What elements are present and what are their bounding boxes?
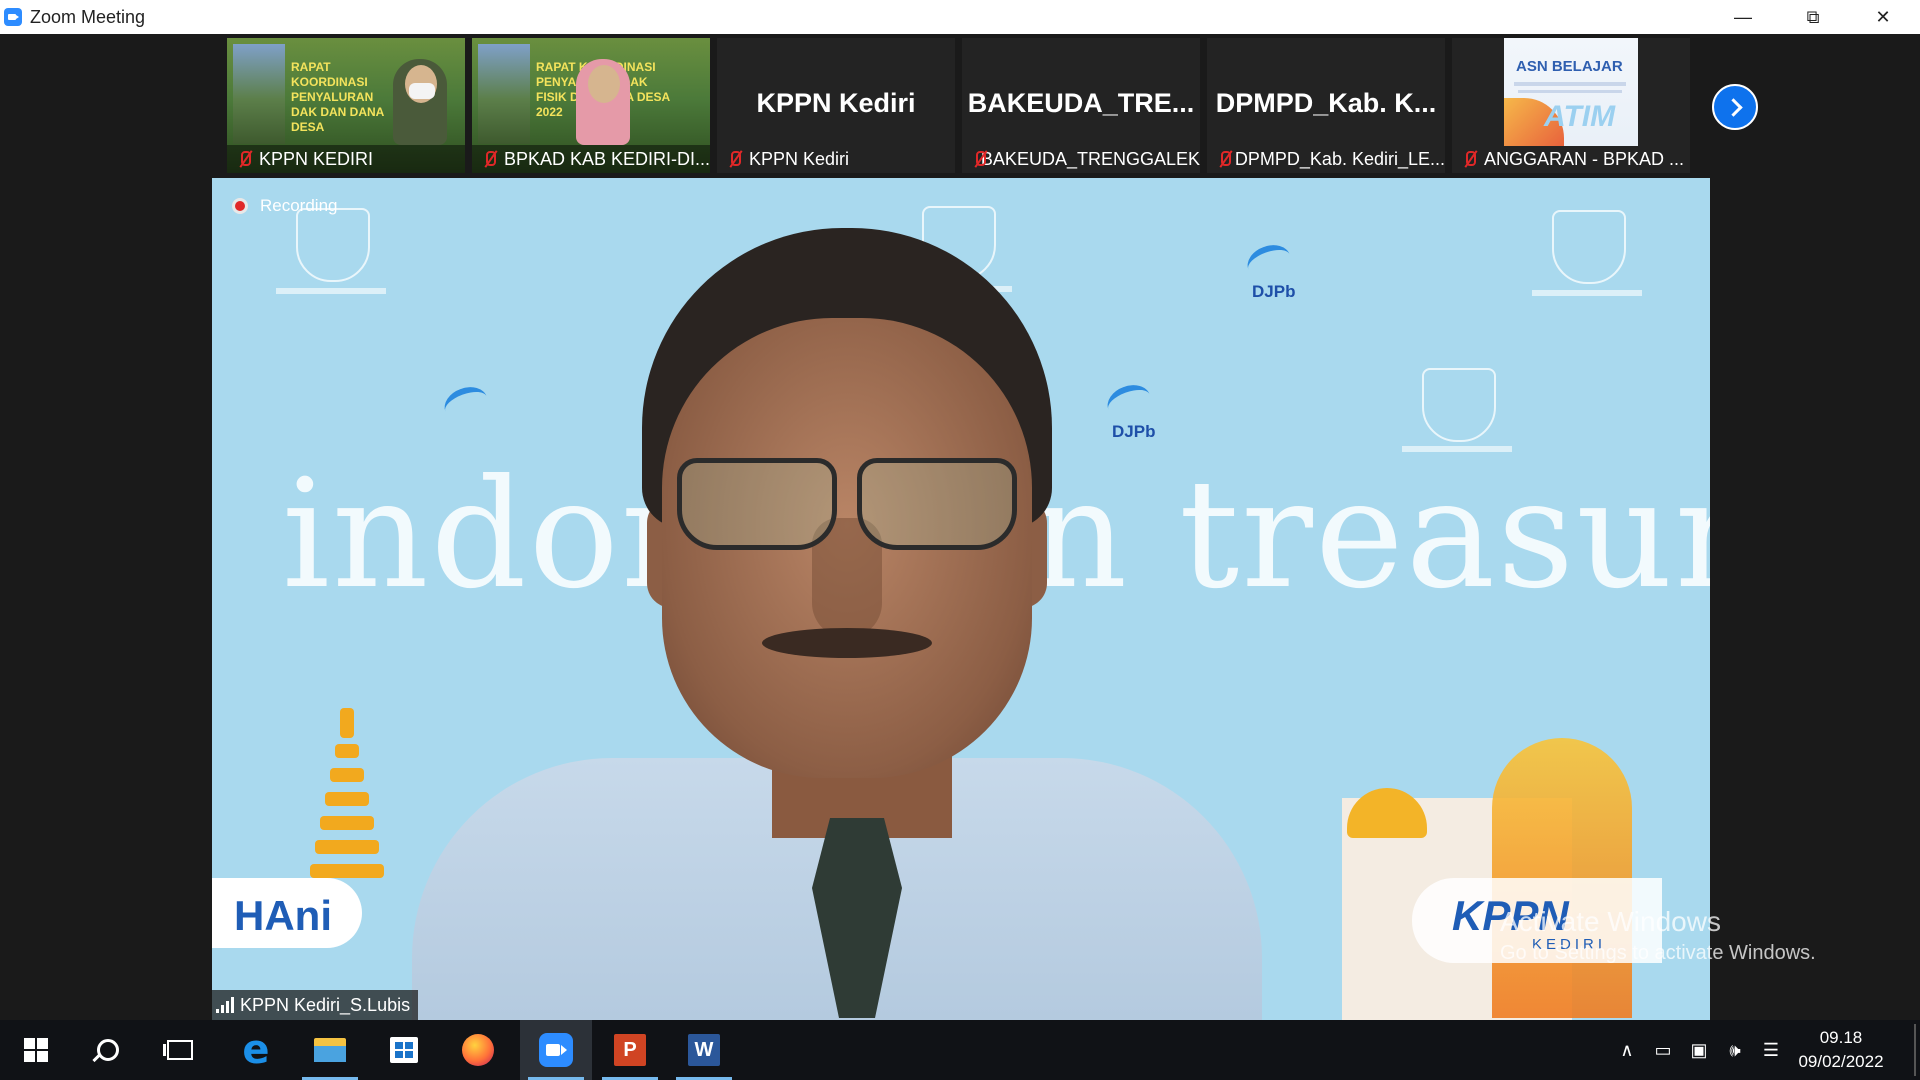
participant-big-name: KPPN Kediri bbox=[756, 88, 916, 118]
zoom-icon bbox=[539, 1033, 573, 1067]
participant-name: ANGGARAN - BPKAD ... bbox=[1484, 148, 1685, 169]
participant-label: BAKEUDA_TRENGGALEK bbox=[962, 145, 1200, 173]
recording-label: Recording bbox=[260, 196, 338, 215]
participant-profile-image: ASN BELAJAR ATIM bbox=[1504, 38, 1638, 146]
ministry-emblem bbox=[1422, 368, 1496, 442]
zoom-app-icon bbox=[4, 8, 22, 26]
close-icon: ✕ bbox=[1875, 6, 1891, 27]
edge-button[interactable]: e bbox=[220, 1020, 292, 1080]
show-hidden-icons-button[interactable]: ∧ bbox=[1612, 1020, 1642, 1080]
muted-mic-icon bbox=[480, 149, 500, 169]
battery-icon: ▭ bbox=[1654, 1039, 1672, 1060]
search-icon bbox=[97, 1039, 119, 1061]
window-title: Zoom Meeting bbox=[30, 7, 146, 27]
slide-photo bbox=[233, 44, 285, 144]
edge-icon: e bbox=[242, 1027, 270, 1073]
file-explorer-button[interactable] bbox=[294, 1020, 366, 1080]
search-button[interactable] bbox=[72, 1020, 144, 1080]
store-button[interactable] bbox=[368, 1020, 440, 1080]
next-participants-button[interactable] bbox=[1712, 84, 1758, 130]
image-title: ASN BELAJAR bbox=[1516, 58, 1623, 75]
participant-tile[interactable]: ASN BELAJAR ATIM ANGGARAN - BPKAD ... bbox=[1452, 38, 1690, 173]
image-subtitle: ATIM bbox=[1544, 100, 1616, 133]
battery-button[interactable]: ▭ bbox=[1646, 1020, 1680, 1080]
participant-tile[interactable]: RAPAT KOORDINASI PENYALURAN DAK FISIK DA… bbox=[472, 38, 710, 173]
participant-name: DPMPD_Kab. Kediri_LE... bbox=[1234, 148, 1445, 169]
participant-video bbox=[566, 57, 640, 147]
ministry-emblem bbox=[296, 208, 370, 282]
ministry-emblem bbox=[1552, 210, 1626, 284]
muted-mic-icon bbox=[970, 149, 986, 169]
participant-tile[interactable]: KPPN Kediri KPPN Kediri bbox=[717, 38, 955, 173]
taskbar: e P W ∧ ▭ ▣ 🕪 ☰ 09.18 09/02/2022 bbox=[0, 1020, 1920, 1080]
network-icon: ▣ bbox=[1690, 1039, 1708, 1060]
active-speaker-video: DJPb DJPb indonesian treasury HAni KPPN … bbox=[212, 178, 1710, 1020]
participant-label: BPKAD KAB KEDIRI-DI... bbox=[472, 145, 710, 173]
start-button[interactable] bbox=[0, 1020, 72, 1080]
pagoda-illustration bbox=[310, 708, 384, 1008]
slide-photo bbox=[478, 44, 530, 144]
speaker-icon: 🕪 bbox=[1729, 1039, 1741, 1060]
participant-tile[interactable]: BAKEUDA_TRE... BAKEUDA_TRENGGALEK bbox=[962, 38, 1200, 173]
recording-indicator: Recording bbox=[232, 196, 338, 216]
participant-label: ANGGARAN - BPKAD ... bbox=[1452, 145, 1690, 173]
windows-icon bbox=[24, 1038, 48, 1062]
chevron-up-icon: ∧ bbox=[1620, 1039, 1634, 1060]
show-desktop-button[interactable] bbox=[1914, 1024, 1916, 1076]
store-icon bbox=[390, 1037, 418, 1063]
volume-button[interactable]: 🕪 bbox=[1718, 1020, 1752, 1080]
activate-windows-watermark: Activate Windows Go to Settings to activ… bbox=[1500, 906, 1816, 964]
word-button[interactable]: W bbox=[668, 1020, 740, 1080]
participant-tile[interactable]: DPMPD_Kab. K... DPMPD_Kab. Kediri_LE... bbox=[1207, 38, 1445, 173]
signal-strength-icon bbox=[216, 997, 234, 1013]
zoom-taskbar-button[interactable] bbox=[520, 1020, 592, 1080]
powerpoint-icon: P bbox=[614, 1034, 646, 1066]
notification-icon: ☰ bbox=[1762, 1039, 1780, 1060]
word-icon: W bbox=[688, 1034, 720, 1066]
mosque-dome bbox=[1347, 788, 1427, 838]
participant-video bbox=[383, 57, 457, 147]
task-view-icon bbox=[163, 1040, 193, 1060]
minimize-button[interactable]: ― bbox=[1713, 0, 1773, 34]
close-button[interactable]: ✕ bbox=[1853, 0, 1913, 34]
task-view-button[interactable] bbox=[144, 1020, 216, 1080]
muted-mic-icon bbox=[1460, 149, 1480, 169]
speaker-person bbox=[412, 198, 1262, 1020]
folder-icon bbox=[314, 1038, 346, 1062]
clock-time: 09.18 bbox=[1819, 1028, 1863, 1047]
recording-icon bbox=[232, 198, 248, 214]
restore-button[interactable]: ⧉ bbox=[1783, 0, 1843, 34]
participant-name: BPKAD KAB KEDIRI-DI... bbox=[503, 148, 710, 169]
minimize-icon: ― bbox=[1734, 6, 1752, 27]
clock-date: 09/02/2022 bbox=[1798, 1052, 1884, 1071]
hani-logo: HAni bbox=[212, 878, 362, 948]
participant-label: DPMPD_Kab. Kediri_LE... bbox=[1207, 145, 1445, 173]
participant-big-name: DPMPD_Kab. K... bbox=[1215, 88, 1437, 118]
muted-mic-icon bbox=[235, 149, 255, 169]
powerpoint-button[interactable]: P bbox=[594, 1020, 666, 1080]
muted-mic-icon bbox=[1215, 149, 1231, 169]
muted-mic-icon bbox=[725, 149, 745, 169]
notification-button[interactable]: ☰ bbox=[1754, 1020, 1788, 1080]
participant-name: KPPN KEDIRI bbox=[259, 148, 374, 169]
network-button[interactable]: ▣ bbox=[1682, 1020, 1716, 1080]
system-clock[interactable]: 09.18 09/02/2022 bbox=[1786, 1020, 1896, 1080]
speaker-name-badge: KPPN Kediri_S.Lubis bbox=[212, 990, 419, 1020]
participant-label: KPPN Kediri bbox=[717, 145, 955, 173]
participant-name: BAKEUDA_TRENGGALEK bbox=[980, 148, 1200, 169]
speaker-name: KPPN Kediri_S.Lubis bbox=[240, 994, 411, 1015]
firefox-button[interactable] bbox=[442, 1020, 514, 1080]
participant-big-name: BAKEUDA_TRE... bbox=[967, 88, 1195, 118]
restore-icon: ⧉ bbox=[1806, 6, 1820, 27]
participant-tile[interactable]: RAPAT KOORDINASI PENYALURAN DAK DAN DANA… bbox=[227, 38, 465, 173]
participant-name: KPPN Kediri bbox=[749, 148, 850, 169]
participant-label: KPPN KEDIRI bbox=[227, 145, 465, 173]
firefox-icon bbox=[462, 1034, 494, 1066]
window-titlebar: Zoom Meeting ― ⧉ ✕ bbox=[0, 0, 1920, 35]
